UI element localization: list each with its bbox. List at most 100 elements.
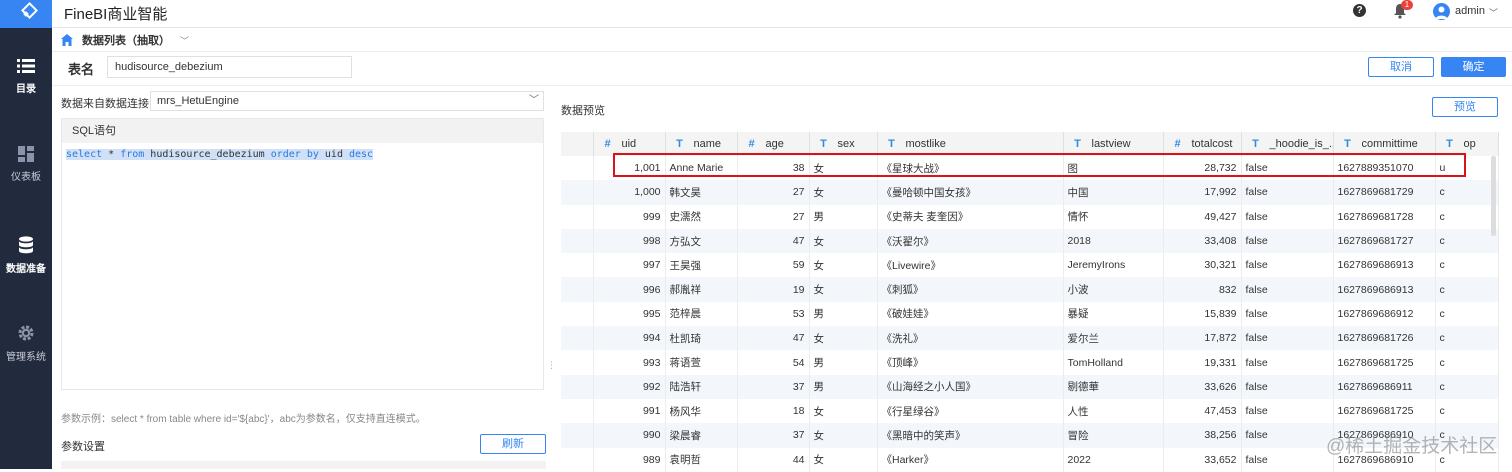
table-cell[interactable]: 《行星绿谷》 (877, 398, 1064, 424)
table-cell[interactable]: 男 (809, 350, 878, 375)
table-cell[interactable]: 女 (809, 447, 878, 472)
table-cell[interactable]: false (1241, 374, 1334, 399)
sql-code[interactable]: select * from hudisource_debezium order … (62, 143, 543, 166)
table-cell[interactable]: false (1241, 447, 1334, 472)
cancel-button[interactable]: 取消 (1368, 57, 1434, 77)
chevron-down-icon[interactable]: ﹀ (180, 34, 189, 47)
table-cell[interactable]: 1627869681729 (1333, 180, 1436, 205)
table-cell[interactable]: 中国 (1063, 180, 1164, 205)
table-cell[interactable]: 47,453 (1163, 398, 1242, 424)
table-cell[interactable]: 1627869686913 (1333, 253, 1436, 278)
table-cell[interactable]: 33,408 (1163, 228, 1242, 254)
table-cell[interactable]: 《沃翟尔》 (877, 228, 1064, 254)
table-cell[interactable]: 17,992 (1163, 180, 1242, 205)
table-cell[interactable]: 1627869686911 (1333, 374, 1436, 399)
table-cell[interactable]: c (1435, 301, 1499, 327)
table-cell[interactable]: 996 (593, 277, 666, 302)
table-cell[interactable]: 33,652 (1163, 447, 1242, 472)
table-row[interactable]: 991 杨风华 18 女《行星绿谷》 人性 47,453 false 162786968172… (561, 398, 1499, 424)
table-cell[interactable]: 30,321 (1163, 253, 1242, 278)
table-cell[interactable]: 18 (737, 398, 810, 424)
table-cell[interactable]: 1,000 (593, 180, 666, 205)
table-cell[interactable]: 990 (593, 423, 666, 448)
table-cell[interactable]: 59 (737, 253, 810, 278)
table-row[interactable]: 992 陆浩轩 37 男《山海经之小人国》 剔德華 33,626 false 16278696… (561, 374, 1499, 399)
table-cell[interactable]: 27 (737, 180, 810, 205)
table-cell[interactable]: 994 (593, 326, 666, 351)
table-cell[interactable]: 情怀 (1063, 204, 1164, 229)
confirm-button[interactable]: 确定 (1441, 57, 1506, 77)
table-cell[interactable]: 《刺狐》 (877, 277, 1064, 302)
table-cell[interactable]: 17,872 (1163, 326, 1242, 351)
table-name-input[interactable]: hudisource_debezium (107, 56, 352, 78)
table-cell[interactable]: 《曼哈顿中国女孩》 (877, 180, 1064, 205)
table-cell[interactable]: 《山海经之小人国》 (877, 374, 1064, 399)
table-cell[interactable]: false (1241, 180, 1334, 205)
table-cell[interactable]: 《黑暗中的笑声》 (877, 423, 1064, 448)
table-cell[interactable]: 男 (809, 204, 878, 229)
table-cell[interactable]: 53 (737, 301, 810, 327)
table-cell[interactable]: 37 (737, 374, 810, 399)
table-cell[interactable]: 47 (737, 326, 810, 351)
table-cell[interactable]: 47 (737, 228, 810, 254)
table-row[interactable]: 997 王昊强 59 女《Livewire》 JeremyIrons 30,321 fals… (561, 253, 1499, 278)
table-cell[interactable]: 33,626 (1163, 374, 1242, 399)
table-cell[interactable]: 《史蒂夫 麦奎因》 (877, 204, 1064, 229)
username[interactable]: admin (1455, 5, 1485, 17)
table-cell[interactable]: 郝胤祥 (665, 277, 738, 302)
table-cell[interactable]: 韩文昊 (665, 180, 738, 205)
table-cell[interactable]: false (1241, 228, 1334, 254)
table-cell[interactable]: 《顶峰》 (877, 350, 1064, 375)
table-row[interactable]: 993 蒋语萱 54 男《顶峰》 TomHolland 19,331 false 162786… (561, 350, 1499, 375)
table-cell[interactable]: 1627869686912 (1333, 301, 1436, 327)
sidebar-item-dashboard[interactable]: 仪表板 (0, 146, 52, 183)
table-cell[interactable]: 2022 (1063, 447, 1164, 472)
table-cell[interactable]: 女 (809, 277, 878, 302)
table-cell[interactable]: 993 (593, 350, 666, 375)
table-cell[interactable]: 暴疑 (1063, 301, 1164, 327)
breadcrumb[interactable]: 数据列表（抽取） ﹀ (60, 30, 189, 50)
table-cell[interactable]: 37 (737, 423, 810, 448)
table-cell[interactable]: 杨风华 (665, 398, 738, 424)
avatar[interactable] (1433, 3, 1450, 20)
table-cell[interactable]: 女 (809, 398, 878, 424)
table-row[interactable]: 995 范梓晨 53 男《破娃娃》 暴疑 15,839 false 1627869686912… (561, 301, 1499, 327)
table-cell[interactable]: 《Harker》 (877, 447, 1064, 472)
finebi-logo[interactable] (0, 0, 52, 28)
table-cell[interactable]: 15,839 (1163, 301, 1242, 327)
table-cell[interactable]: 男 (809, 374, 878, 399)
table-cell[interactable]: 19,331 (1163, 350, 1242, 375)
table-cell[interactable]: 爱尔兰 (1063, 326, 1164, 351)
table-cell[interactable]: 蒋语萱 (665, 350, 738, 375)
sidebar-item-catalog[interactable]: 目录 (0, 58, 52, 95)
table-cell[interactable]: 991 (593, 398, 666, 424)
table-cell[interactable]: 小波 (1063, 277, 1164, 302)
table-cell[interactable]: 女 (809, 326, 878, 351)
table-cell[interactable]: c (1435, 204, 1499, 229)
table-cell[interactable]: c (1435, 374, 1499, 399)
table-cell[interactable]: 998 (593, 228, 666, 254)
refresh-button[interactable]: 刷新 (480, 434, 546, 454)
table-cell[interactable]: 史濡然 (665, 204, 738, 229)
table-cell[interactable]: c (1435, 326, 1499, 351)
table-cell[interactable]: 38,256 (1163, 423, 1242, 448)
table-cell[interactable]: 1627869681725 (1333, 350, 1436, 375)
table-row[interactable]: 999 史濡然 27 男《史蒂夫 麦奎因》 情怀 49,427 false 162786968… (561, 204, 1499, 229)
table-cell[interactable]: 剔德華 (1063, 374, 1164, 399)
table-cell[interactable]: false (1241, 423, 1334, 448)
table-cell[interactable]: 女 (809, 180, 878, 205)
table-cell[interactable]: 1627869686913 (1333, 277, 1436, 302)
table-cell[interactable]: 方弘文 (665, 228, 738, 254)
table-cell[interactable]: false (1241, 350, 1334, 375)
table-cell[interactable]: 2018 (1063, 228, 1164, 254)
table-cell[interactable]: 1627869681726 (1333, 326, 1436, 351)
table-cell[interactable]: 《Livewire》 (877, 253, 1064, 278)
table-cell[interactable]: 54 (737, 350, 810, 375)
table-cell[interactable]: c (1435, 277, 1499, 302)
table-cell[interactable]: false (1241, 204, 1334, 229)
chevron-down-icon[interactable]: ﹀ (1489, 6, 1498, 19)
table-cell[interactable]: 冒险 (1063, 423, 1164, 448)
table-cell[interactable]: 男 (809, 301, 878, 327)
table-cell[interactable]: 49,427 (1163, 204, 1242, 229)
table-row[interactable]: 994 杜凯琦 47 女《洗礼》 爱尔兰 17,872 false 1627869681726… (561, 326, 1499, 351)
